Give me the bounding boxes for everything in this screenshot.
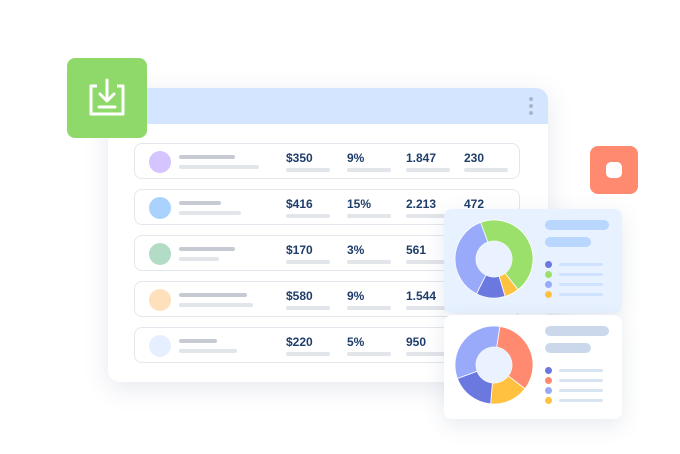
price-underline xyxy=(286,306,330,310)
name-placeholder xyxy=(179,247,235,251)
legend-dot xyxy=(545,387,552,394)
donut-chart-card xyxy=(444,315,622,419)
kebab-menu-icon[interactable] xyxy=(528,97,534,117)
price-cell: $170 xyxy=(286,243,313,257)
name-placeholder xyxy=(179,155,235,159)
donut-hole xyxy=(476,347,512,383)
legend-label-placeholder xyxy=(559,379,603,382)
card-title-placeholder xyxy=(545,220,609,230)
count-cell: 230 xyxy=(464,151,485,165)
percent-cell: 3% xyxy=(347,243,365,257)
subtitle-placeholder xyxy=(179,211,241,215)
price-underline xyxy=(286,260,330,264)
legend-dot xyxy=(545,397,552,404)
window-title-bar xyxy=(108,88,548,124)
percent-cell: 15% xyxy=(347,197,372,211)
amount-cell: 1.847 xyxy=(406,151,437,165)
amount-underline xyxy=(406,168,450,172)
subtitle-placeholder xyxy=(179,165,259,169)
legend-item xyxy=(545,367,615,375)
card-subtitle-placeholder xyxy=(545,237,591,247)
price-cell: $580 xyxy=(286,289,313,303)
legend-label-placeholder xyxy=(559,263,603,266)
legend-item xyxy=(545,377,615,385)
percent-underline xyxy=(347,214,391,218)
percent-underline xyxy=(347,168,391,172)
donut-chart xyxy=(454,325,534,405)
percent-underline xyxy=(347,306,391,310)
legend-item xyxy=(545,261,615,269)
subtitle-placeholder xyxy=(179,349,237,353)
price-underline xyxy=(286,168,330,172)
donut-hole xyxy=(476,241,512,277)
name-placeholder xyxy=(179,201,221,205)
download-icon xyxy=(89,78,125,116)
download-button[interactable] xyxy=(67,58,147,138)
card-subtitle-placeholder xyxy=(545,343,591,353)
percent-cell: 9% xyxy=(347,289,365,303)
percent-underline xyxy=(347,260,391,264)
legend-label-placeholder xyxy=(559,389,603,392)
percent-cell: 5% xyxy=(347,335,365,349)
percent-cell: 9% xyxy=(347,151,365,165)
amount-cell: 1.544 xyxy=(406,289,437,303)
amount-cell: 950 xyxy=(406,335,427,349)
legend-label-placeholder xyxy=(559,399,603,402)
legend-dot xyxy=(545,377,552,384)
stop-button[interactable] xyxy=(590,146,638,194)
price-cell: $416 xyxy=(286,197,313,211)
avatar xyxy=(149,151,171,173)
donut-chart-card xyxy=(444,209,622,313)
price-underline xyxy=(286,214,330,218)
donut-chart xyxy=(454,219,534,299)
name-placeholder xyxy=(179,293,247,297)
legend-label-placeholder xyxy=(559,369,603,372)
legend-label-placeholder xyxy=(559,293,603,296)
stop-icon xyxy=(606,162,622,178)
price-cell: $220 xyxy=(286,335,313,349)
table-row[interactable]: $350 9% 1.847 230 xyxy=(134,143,520,179)
price-cell: $350 xyxy=(286,151,313,165)
name-placeholder xyxy=(179,339,217,343)
legend-label-placeholder xyxy=(559,273,603,276)
subtitle-placeholder xyxy=(179,257,219,261)
percent-underline xyxy=(347,352,391,356)
legend-item xyxy=(545,281,615,289)
count-underline xyxy=(464,168,508,172)
legend-dot xyxy=(545,291,552,298)
amount-cell: 2.213 xyxy=(406,197,437,211)
card-title-placeholder xyxy=(545,326,609,336)
legend-dot xyxy=(545,271,552,278)
legend-dot xyxy=(545,261,552,268)
legend-item xyxy=(545,397,615,405)
avatar xyxy=(149,289,171,311)
legend-dot xyxy=(545,281,552,288)
avatar xyxy=(149,197,171,219)
legend-item xyxy=(545,271,615,279)
subtitle-placeholder xyxy=(179,303,253,307)
avatar xyxy=(149,243,171,265)
price-underline xyxy=(286,352,330,356)
legend-item xyxy=(545,291,615,299)
legend-dot xyxy=(545,367,552,374)
legend-label-placeholder xyxy=(559,283,603,286)
legend-item xyxy=(545,387,615,395)
avatar xyxy=(149,335,171,357)
amount-cell: 561 xyxy=(406,243,427,257)
